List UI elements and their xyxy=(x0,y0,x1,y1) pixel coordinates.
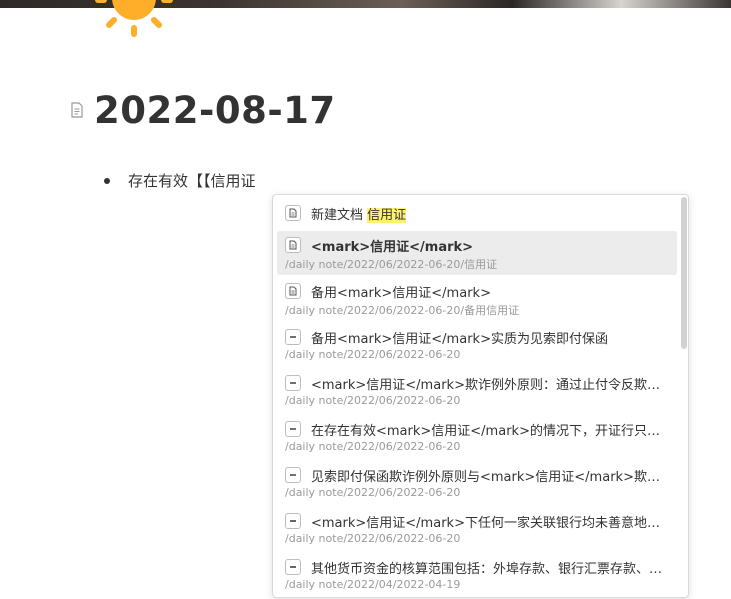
new-doc-option[interactable]: 新建文档 信用证 xyxy=(277,203,677,231)
option-label: 新建文档 信用证 xyxy=(311,207,407,223)
block-icon xyxy=(285,421,301,437)
suggestion-path: /daily note/2022/06/2022-06-20 xyxy=(285,394,461,407)
suggestion-path: /daily note/2022/06/2022-06-20 xyxy=(285,532,461,545)
suggestion-path: /daily note/2022/06/2022-06-20 xyxy=(285,440,461,453)
suggestion-label: <mark>信用证</mark> xyxy=(311,239,474,255)
block-icon xyxy=(285,513,301,529)
suggestion-item[interactable]: 备用<mark>信用证</mark> /daily note/2022/06/2… xyxy=(277,279,677,323)
list-item[interactable]: 存在有效【【信用证 xyxy=(104,170,256,191)
page-icon xyxy=(285,205,301,221)
suggestion-label: <mark>信用证</mark>下任何一家关联银行均未善意地付款或承兑 xyxy=(311,515,666,531)
block-icon xyxy=(285,375,301,391)
suggestion-path: /daily note/2022/04/2022-04-19 xyxy=(285,578,461,591)
block-icon xyxy=(285,559,301,575)
suggestion-path: /daily note/2022/06/2022-06-20/信用证 xyxy=(285,258,498,271)
suggestion-item[interactable]: <mark>信用证</mark>下任何一家关联银行均未善意地付款或承兑 /dai… xyxy=(277,509,677,553)
autocomplete-popup: 新建文档 信用证 <mark>信用证</mark> /daily note/20… xyxy=(272,194,689,598)
page-icon xyxy=(285,237,301,253)
suggestion-label: 备用<mark>信用证</mark>实质为见索即付保函 xyxy=(311,331,608,347)
bullet-text[interactable]: 存在有效【【信用证 xyxy=(128,170,256,191)
suggestion-label: 见索即付保函欺诈例外原则与<mark>信用证</mark>欺诈例外原则的异同 xyxy=(311,469,666,485)
block-icon xyxy=(285,329,301,345)
page-title[interactable]: 2022-08-17 xyxy=(94,89,336,132)
suggestion-label: 在存在有效<mark>信用证</mark>的情况下，开证行只有在单证相符时才付款 xyxy=(311,423,666,439)
suggestion-path: /daily note/2022/06/2022-06-20 xyxy=(285,348,461,361)
sun-emoji-icon[interactable] xyxy=(94,0,174,50)
suggestion-item[interactable]: <mark>信用证</mark>欺诈例外原则：通过止付令反欺诈的法律机制 /da… xyxy=(277,371,677,415)
highlight-text: 信用证 xyxy=(367,207,407,223)
suggestion-item[interactable]: 备用<mark>信用证</mark>实质为见索即付保函 /daily note/… xyxy=(277,325,677,369)
suggestion-item[interactable]: 见索即付保函欺诈例外原则与<mark>信用证</mark>欺诈例外原则的异同 /… xyxy=(277,463,677,507)
scrollbar[interactable] xyxy=(681,197,687,349)
document-icon xyxy=(71,102,83,118)
suggestion-item[interactable]: 在存在有效<mark>信用证</mark>的情况下，开证行只有在单证相符时才付款… xyxy=(277,417,677,461)
bullet-dot[interactable] xyxy=(104,177,110,184)
block-icon xyxy=(285,467,301,483)
suggestion-item[interactable]: <mark>信用证</mark> /daily note/2022/06/202… xyxy=(277,231,677,275)
suggestion-label: 其他货币资金的核算范围包括：外埠存款、银行汇票存款、银行本票存款 xyxy=(311,561,666,577)
page-icon xyxy=(285,283,301,299)
suggestion-item[interactable]: 其他货币资金的核算范围包括：外埠存款、银行汇票存款、银行本票存款 /daily … xyxy=(277,555,677,595)
suggestion-label: <mark>信用证</mark>欺诈例外原则：通过止付令反欺诈的法律机制 xyxy=(311,377,666,393)
suggestion-label: 备用<mark>信用证</mark> xyxy=(311,285,491,301)
title-row: 2022-08-17 xyxy=(70,84,336,136)
suggestion-path: /daily note/2022/06/2022-06-20/备用信用证 xyxy=(285,304,520,317)
suggestion-path: /daily note/2022/06/2022-06-20 xyxy=(285,486,461,499)
